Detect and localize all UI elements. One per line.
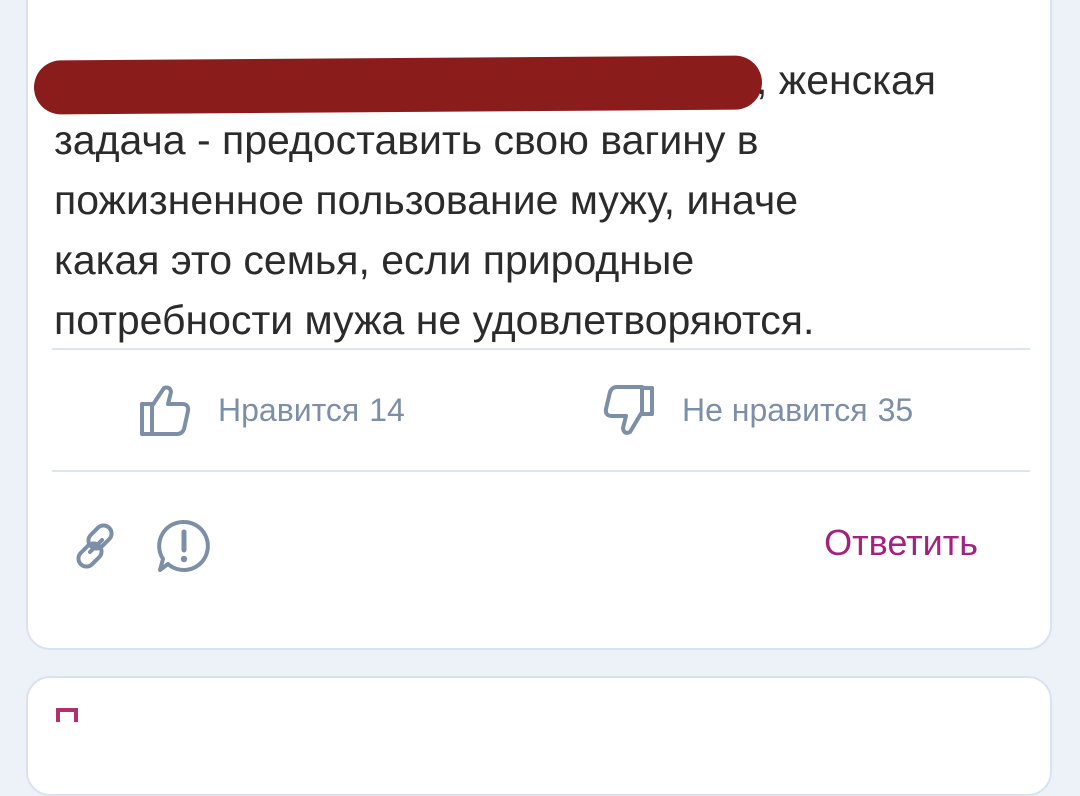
like-label: Нравится xyxy=(218,391,360,428)
like-button[interactable]: Нравится 14 xyxy=(136,382,405,438)
divider-bottom xyxy=(52,470,1030,472)
report-button[interactable] xyxy=(156,518,212,574)
dislike-button[interactable]: Не нравится 35 xyxy=(600,382,913,438)
copy-link-button[interactable] xyxy=(68,518,124,574)
dislike-label: Не нравится xyxy=(682,391,868,428)
thumbs-down-icon xyxy=(603,385,654,435)
comment-card: , женская задача - предоставить свою ваг… xyxy=(26,0,1052,650)
reply-button[interactable]: Ответить xyxy=(824,522,978,564)
divider-top xyxy=(52,348,1030,350)
dislike-count: 35 xyxy=(877,391,914,428)
comment-text: задача - предоставить свою вагину в пожи… xyxy=(54,117,815,343)
like-count: 14 xyxy=(369,391,405,428)
next-comment-card xyxy=(26,676,1052,796)
report-icon xyxy=(157,519,210,572)
link-icon xyxy=(76,523,114,569)
redacted-text-block xyxy=(33,55,763,115)
comment-text-line1: , женская xyxy=(756,57,936,103)
thumbs-up-icon xyxy=(140,385,191,436)
